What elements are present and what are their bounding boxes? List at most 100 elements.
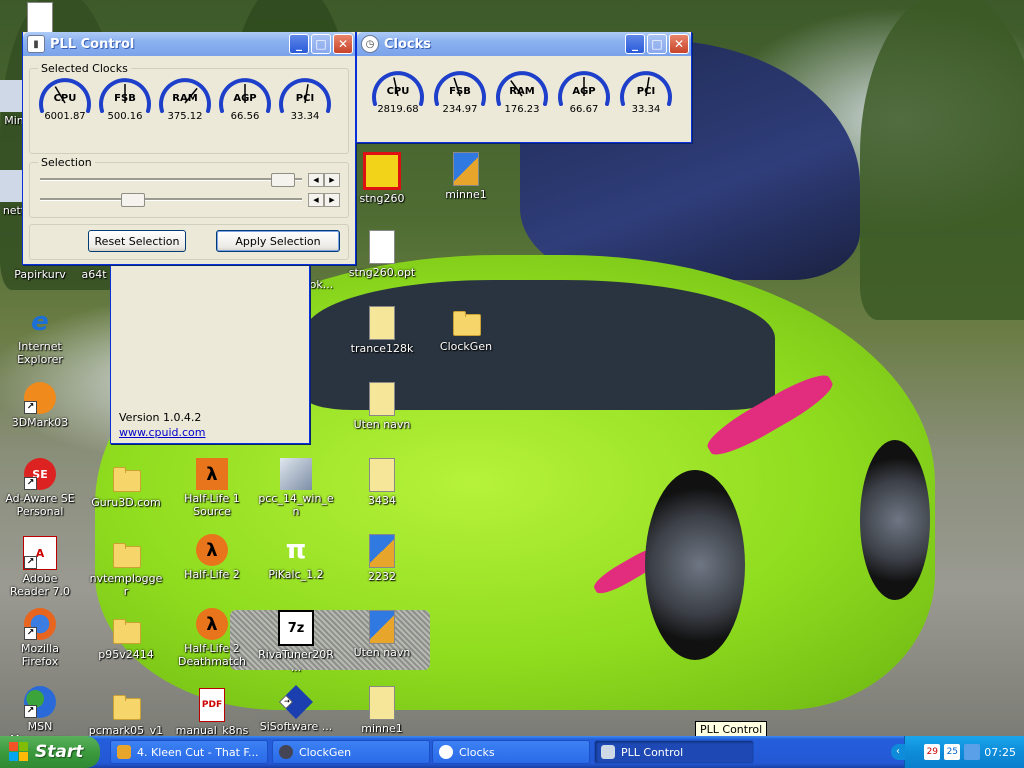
taskbar-item-pll-control[interactable]: PLL Control	[594, 740, 754, 764]
start-button[interactable]: Start	[0, 736, 100, 768]
clocks-gauge-pci: PCI 33.34	[619, 68, 673, 115]
gauge-value: 66.67	[569, 104, 599, 115]
close-button[interactable]: ✕	[333, 34, 353, 54]
gauge-value: 234.97	[442, 104, 478, 115]
clocks-titlebar[interactable]: ◷ Clocks _ □ ✕	[357, 32, 691, 56]
slider-thumb[interactable]	[121, 193, 145, 207]
maximize-button: □	[647, 34, 667, 54]
task-label: ClockGen	[299, 745, 352, 759]
desktop-icon-pcc[interactable]: pcc_14_win_en	[258, 458, 334, 518]
firefox-icon	[24, 608, 56, 640]
desktop-icon-3dmark03[interactable]: 3DMark03	[2, 382, 78, 429]
gauge-label: PCI	[636, 86, 656, 97]
pll-icon	[601, 745, 615, 759]
desktop-icon-ad-aware[interactable]: SE Ad-Aware SE Personal	[2, 458, 78, 518]
minimize-button[interactable]: _	[289, 34, 309, 54]
slider-thumb[interactable]	[271, 173, 295, 187]
slider-track	[40, 198, 302, 201]
clock-icon: ◷	[361, 35, 379, 53]
spin-left-icon[interactable]: ◀	[308, 193, 324, 207]
half-life-2-icon: λ	[196, 534, 228, 566]
half-life-2-icon: λ	[196, 608, 228, 640]
desktop-icon-pikalc[interactable]: π PiKalc_1.2	[258, 534, 334, 581]
taskbar: Start 4. Kleen Cut - That F... ClockGen …	[0, 736, 1024, 768]
selection-slider-1[interactable]	[40, 173, 302, 187]
desktop-icon-internet-explorer[interactable]: e Internet Explorer	[2, 306, 78, 366]
internet-explorer-icon: e	[31, 307, 49, 337]
gauge-label: AGP	[572, 86, 596, 97]
desktop-icon-msn[interactable]: MSN Messenger	[2, 686, 78, 736]
selected-clocks-title: Selected Clocks	[38, 62, 131, 75]
tray-expand-icon[interactable]: ‹	[891, 744, 905, 760]
desktop-icon-3434[interactable]: 3434	[344, 458, 420, 507]
desktop-icon-pcmark05[interactable]: pcmark05_v1...	[88, 690, 164, 736]
speaker-icon[interactable]	[964, 744, 981, 760]
desktop-icon-minne1-a[interactable]: minne1	[344, 686, 420, 735]
windows-flag-icon	[8, 741, 30, 763]
taskbar-item-clocks[interactable]: Clocks	[432, 740, 590, 764]
desktop-icon-uten-navn-1[interactable]: Uten navn	[344, 382, 420, 431]
clocks-window[interactable]: ◷ Clocks _ □ ✕ CPU 2819.68 FSB 234.97 RAM 176…	[356, 32, 692, 143]
desktop-icon-manual-k8ns[interactable]: PDF manual_k8ns	[174, 688, 250, 736]
desktop-icon-minne1-b[interactable]: minne1	[428, 152, 504, 201]
system-tray: ‹ 29 25 07:25	[891, 736, 1024, 768]
taskbar-item-winamp[interactable]: 4. Kleen Cut - That F...	[110, 740, 268, 764]
clocks-gauge-ram: RAM 176.23	[495, 68, 549, 115]
spin-left-icon[interactable]: ◀	[308, 173, 324, 187]
media-file-icon	[369, 306, 395, 340]
spin-right-icon[interactable]: ▶	[324, 173, 340, 187]
gauge-label: PCI	[295, 93, 315, 104]
desktop-icon-guru3d[interactable]: Guru3D.com	[88, 462, 164, 509]
selection-slider-2[interactable]	[40, 193, 302, 207]
adobe-reader-icon: A	[23, 536, 57, 570]
desktop-icon-rivatuner[interactable]: 7z RivaTuner20R...	[258, 610, 334, 674]
gauge-value: 500.16	[107, 111, 143, 122]
taskbar-item-clockgen[interactable]: ClockGen	[272, 740, 430, 764]
desktop-icon-trance128k[interactable]: trance128k	[344, 306, 420, 355]
selection-group: Selection ◀ ▶ ◀ ▶	[29, 156, 349, 218]
gauge-label: RAM	[172, 93, 198, 104]
tray-temp-icon[interactable]: 25	[944, 744, 961, 760]
reset-selection-button[interactable]: Reset Selection	[88, 230, 186, 252]
pll-gauge-fsb: FSB 500.16	[98, 75, 152, 122]
pll-gauge-ram: RAM 375.12	[158, 75, 212, 122]
clocks-gauge-panel: CPU 2819.68 FSB 234.97 RAM 176.23 AGP 66.67 PCI 3…	[361, 62, 685, 136]
selection-spin-2[interactable]: ◀ ▶	[308, 193, 340, 207]
desktop-icon-nvtemplogger[interactable]: nvtemplogger	[88, 538, 164, 598]
folder-icon	[110, 538, 142, 570]
desktop-icon-2232[interactable]: 2232	[344, 534, 420, 583]
desktop-icon-half-life-2[interactable]: λ Half-Life 2	[174, 534, 250, 581]
7z-icon: 7z	[278, 610, 314, 646]
about-link[interactable]: www.cpuid.com	[119, 426, 206, 439]
desktop-icon-uten-navn-2[interactable]: Uten navn	[344, 610, 420, 659]
selection-spin-1[interactable]: ◀ ▶	[308, 173, 340, 187]
about-window[interactable]: Version 1.0.4.2 www.cpuid.com	[110, 250, 310, 444]
desktop-icon-adobe-reader[interactable]: A Adobe Reader 7.0	[2, 536, 78, 598]
image-file-icon	[369, 610, 395, 644]
gauge-label: FSB	[114, 93, 136, 104]
task-label: PLL Control	[621, 745, 684, 759]
slider-track	[40, 178, 302, 181]
tray-temp-icon[interactable]: 29	[924, 744, 941, 760]
tray-clock[interactable]: 07:25	[984, 746, 1016, 759]
desktop-icon-sisoftware[interactable]: SiSoftware ...	[258, 685, 334, 733]
wallpaper-car-wheel	[860, 440, 930, 600]
pll-control-window[interactable]: ▮ PLL Control _ □ ✕ Selected Clocks CPU 6…	[22, 32, 356, 265]
close-button[interactable]: ✕	[669, 34, 689, 54]
pll-gauge-agp: AGP 66.56	[218, 75, 272, 122]
minimize-button[interactable]: _	[625, 34, 645, 54]
pll-titlebar[interactable]: ▮ PLL Control _ □ ✕	[23, 32, 355, 56]
ad-aware-icon: SE	[24, 458, 56, 490]
desktop-icon-p95[interactable]: p95v2414	[88, 614, 164, 661]
gauge-value: 176.23	[504, 104, 540, 115]
desktop-icon-half-life-1[interactable]: λ Half-Life 1 Source	[174, 458, 250, 518]
spin-right-icon[interactable]: ▶	[324, 193, 340, 207]
apply-selection-button[interactable]: Apply Selection	[216, 230, 340, 252]
half-life-icon: λ	[196, 458, 228, 490]
desktop-icon-half-life-2-dm[interactable]: λ Half-Life 2 Deathmatch	[174, 608, 250, 668]
selected-clocks-group: Selected Clocks CPU 6001.87 FSB 500.16 RAM 37…	[29, 62, 349, 154]
desktop-icon-clockgen[interactable]: ClockGen	[428, 306, 504, 353]
media-file-icon	[369, 458, 395, 492]
media-file-icon	[369, 382, 395, 416]
desktop-icon-firefox[interactable]: Mozilla Firefox	[2, 608, 78, 668]
